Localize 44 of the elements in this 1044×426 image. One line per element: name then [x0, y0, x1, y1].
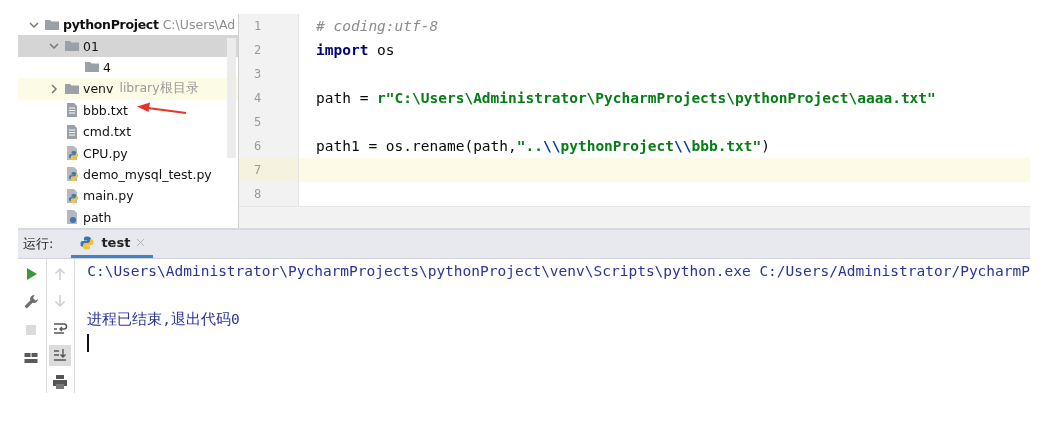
tree-item[interactable]: 01: [18, 35, 238, 57]
text-file-icon: [64, 123, 80, 140]
line-number: 1: [239, 14, 299, 38]
line-number: 7: [239, 158, 299, 182]
code-line: import os: [315, 42, 395, 58]
tree-item[interactable]: demo_mysql_test.py: [18, 163, 238, 186]
file-icon: [64, 209, 80, 226]
tree-item[interactable]: cmd.txt: [18, 120, 238, 143]
scroll-to-end-icon: [51, 347, 68, 364]
line-number: 3: [239, 62, 299, 86]
python-icon: [79, 234, 96, 251]
code-line: # coding:utf-8: [315, 18, 439, 34]
python-file-icon: [64, 166, 80, 183]
tree-item[interactable]: pythonProject C:\Users\Ad: [18, 14, 238, 36]
run-tab[interactable]: test: [71, 230, 154, 258]
python-file-icon: [64, 187, 80, 204]
project-path: C:\Users\Ad: [162, 17, 236, 33]
close-icon: [136, 238, 146, 247]
wrench-icon: [23, 294, 40, 310]
text-cursor: [87, 334, 90, 352]
line-number: 4: [239, 86, 299, 110]
run-label: 运行:: [22, 235, 54, 253]
folder-note: library根目录: [119, 80, 199, 98]
line-number: 2: [239, 38, 299, 62]
exit-message: 进程已结束,退出代码0: [87, 309, 240, 329]
python-file-icon: [64, 145, 80, 162]
soft-wrap-icon: [51, 320, 68, 336]
tree-item[interactable]: 4: [18, 56, 238, 79]
text-file-icon: [64, 102, 80, 119]
code-line: path = r"C:\Users\Administrator\PycharmProjects\pythonProject\aaaa.txt": [315, 90, 936, 106]
layout-icon: [23, 350, 40, 366]
tree-item[interactable]: path: [18, 206, 238, 228]
tree-item[interactable]: main.py: [18, 185, 238, 207]
line-number: 5: [239, 110, 299, 134]
line-number: 6: [239, 134, 299, 158]
line-number: 8: [239, 182, 299, 206]
code-line: path1 = os.rename(path,"..\\pythonProject\\bbb.txt"): [315, 138, 770, 154]
scrollbar[interactable]: [227, 38, 236, 158]
tree-item[interactable]: CPU.py: [18, 142, 238, 164]
scroll-to-end-button[interactable]: [49, 344, 72, 366]
command-line: C:\Users\Administrator\PycharmProjects\pythonProject\venv\Scripts\python.exe C:/Users/Administrator/PycharmP: [87, 263, 1030, 279]
tree-item[interactable]: bbb.txt: [18, 99, 238, 121]
print-icon: [51, 374, 68, 391]
tree-item[interactable]: venv library根目录: [18, 78, 238, 100]
